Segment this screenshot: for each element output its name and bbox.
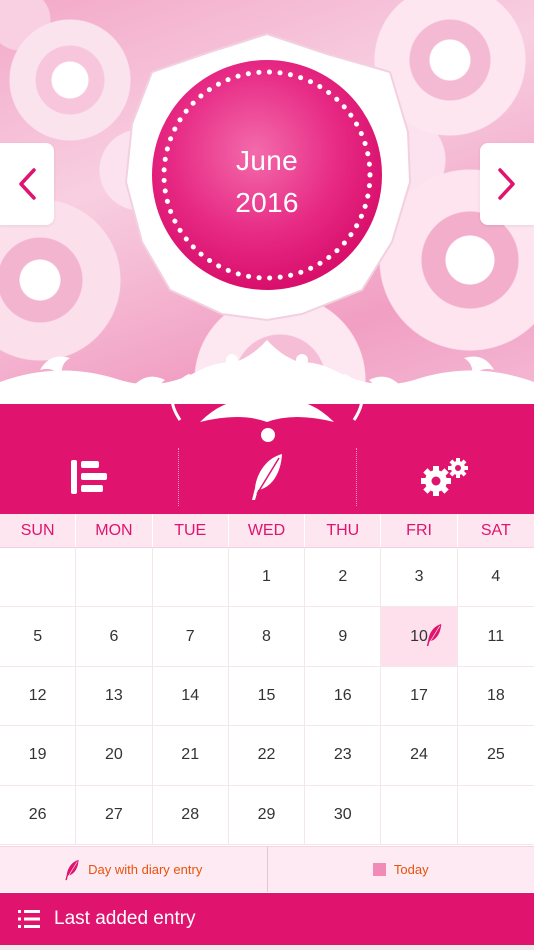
day-cell[interactable]: 19 [0, 726, 77, 786]
today-swatch-icon [372, 863, 386, 876]
today-cell[interactable]: 10 [381, 607, 458, 667]
day-cell[interactable]: 14 [152, 666, 229, 727]
new-entry-button[interactable] [178, 440, 356, 514]
feather-icon [65, 859, 79, 880]
day-cell[interactable]: 20 [76, 726, 153, 786]
ornament-swirl [0, 340, 534, 442]
diary-entry-feather-icon [426, 624, 441, 647]
day-cell[interactable]: 30 [305, 785, 382, 845]
legend-today-label: Today [393, 862, 429, 877]
day-cell[interactable]: 22 [228, 726, 306, 786]
day-cell [0, 548, 77, 608]
day-cell[interactable]: 6 [76, 607, 153, 667]
day-cell[interactable]: 3 [381, 548, 458, 608]
month-label: June [236, 145, 298, 176]
day-cell [457, 786, 534, 845]
settings-button[interactable] [356, 440, 534, 514]
day-cell[interactable]: 18 [457, 667, 534, 727]
weekday-thu: THU [305, 514, 382, 547]
weekday-header: SUN MON TUE WED THU FRI SAT [0, 514, 534, 548]
day-cell[interactable]: 23 [305, 726, 382, 786]
last-added-entry-label: Last added entry [54, 908, 196, 929]
day-cell [76, 548, 153, 608]
day-cell[interactable]: 28 [152, 785, 229, 845]
month-year-title: June 2016 [162, 140, 372, 224]
legend: Day with diary entry Today [0, 846, 534, 892]
day-cell[interactable]: 1 [228, 548, 306, 608]
entry-list-icon [71, 460, 107, 494]
calendar-grid: 1 2 3 4 5 6 7 8 9 10 11 12 13 14 15 16 1… [0, 548, 534, 845]
bottom-edge [0, 945, 534, 950]
weekday-sat: SAT [480, 521, 511, 539]
toolbar [0, 440, 534, 514]
legend-diary-entry: Day with diary entry [0, 847, 267, 892]
day-cell[interactable]: 29 [228, 785, 306, 845]
chevron-right-icon [498, 168, 515, 200]
day-cell[interactable]: 17 [381, 666, 458, 727]
day-cell[interactable]: 21 [152, 726, 229, 786]
day-cell[interactable]: 26 [0, 785, 77, 845]
legend-today: Today [266, 847, 534, 892]
year-label: 2016 [235, 187, 299, 218]
day-cell[interactable]: 8 [228, 607, 306, 667]
day-cell[interactable]: 16 [305, 666, 382, 727]
day-cell[interactable]: 5 [0, 607, 77, 667]
weekday-sun: SUN [0, 514, 77, 547]
legend-diary-label: Day with diary entry [88, 862, 203, 877]
day-cell[interactable]: 9 [305, 607, 382, 667]
day-cell[interactable]: 4 [457, 548, 534, 608]
next-month-button[interactable] [480, 143, 534, 225]
day-cell[interactable]: 15 [228, 666, 306, 727]
day-cell[interactable]: 7 [152, 607, 229, 667]
feather-icon [252, 454, 282, 500]
day-cell[interactable]: 2 [305, 548, 382, 608]
prev-month-button[interactable] [0, 143, 54, 225]
day-cell[interactable]: 13 [76, 666, 153, 727]
entry-list-button[interactable] [0, 440, 178, 514]
weekday-fri: FRI [381, 514, 458, 547]
list-icon [18, 910, 40, 928]
day-cell[interactable]: 27 [76, 785, 153, 845]
day-cell[interactable]: 24 [381, 726, 458, 786]
settings-gears-icon [421, 458, 468, 496]
chevron-left-icon [19, 168, 36, 200]
day-cell [152, 548, 229, 608]
day-cell[interactable]: 12 [0, 666, 77, 727]
weekday-tue: TUE [153, 514, 229, 547]
day-cell[interactable]: 25 [457, 726, 534, 786]
weekday-mon: MON [76, 514, 153, 547]
day-cell[interactable]: 11 [457, 607, 534, 667]
day-cell [381, 785, 458, 845]
weekday-wed: WED [229, 514, 306, 547]
last-added-entry-button[interactable]: Last added entry [0, 893, 534, 945]
